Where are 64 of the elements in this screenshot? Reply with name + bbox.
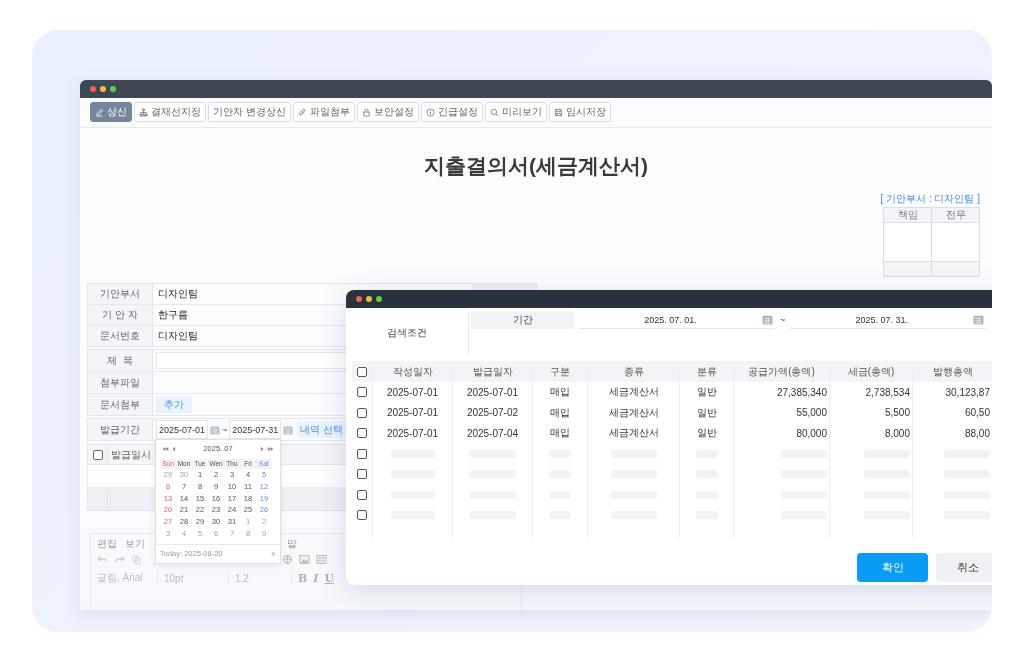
column-header: 작성일자 (373, 361, 453, 382)
table-cell: 8,000 (830, 423, 913, 444)
date-field[interactable]: 2025. 07. 01. (579, 311, 775, 329)
table-cell: 2025-07-01 (373, 402, 453, 423)
table-cell: 55,000 (734, 402, 830, 423)
table-cell: 세금계산서 (588, 402, 680, 423)
toolbar-button[interactable]: 파일첨부 (292, 102, 355, 122)
field-value: 디자인팀 (157, 329, 198, 343)
field-label: 문서첨부 (88, 394, 153, 415)
table-cell: 일반 (680, 382, 734, 403)
table-cell: 매입 (533, 402, 588, 423)
table-cell: 2025-07-01 (373, 423, 453, 444)
date-field[interactable]: 2025. 07. 31. (790, 311, 987, 329)
table-cell-text: 88,00 (963, 426, 991, 441)
table-cell: 매입 (533, 423, 588, 444)
date-field[interactable]: 2025-07-01 (156, 420, 209, 439)
column-header: 분류 (680, 361, 734, 382)
toolbar-button[interactable]: 임시저장 (548, 102, 611, 122)
column-header: 발급일자 (453, 361, 533, 382)
column-header: 발행총액 (931, 364, 974, 379)
field-label: 문서번호 (88, 326, 153, 346)
toolbar-button[interactable]: 결재선지정 (134, 102, 206, 122)
range-separator: ~ (222, 424, 228, 435)
table-cell: 세금계산서 (588, 382, 680, 403)
table-cell-text: 60,50 (963, 406, 991, 421)
toolbar-button[interactable]: 보안설정 (356, 102, 419, 122)
table-cell: 일반 (680, 423, 734, 444)
table-cell: 27,385,340 (734, 382, 830, 403)
date-field[interactable]: 2025-07-31 (229, 420, 282, 439)
field-label: 발급기간 (88, 419, 153, 440)
table-cell-text: 30,123,87 (944, 385, 991, 400)
table-cell: 80,000 (734, 423, 830, 444)
department-note: [ 기안부서 : 디자인팀 ] (880, 192, 980, 206)
toolbar-button[interactable]: 미리보기 (484, 102, 547, 122)
field-value: 디자인팀 (157, 287, 198, 301)
table-cell: 2,738,534 (830, 382, 913, 403)
range-separator: ~ (780, 314, 786, 327)
column-header: 구분 (533, 361, 588, 382)
field-value: 한구름 (157, 308, 188, 322)
toolbar-button[interactable]: 상신 (90, 102, 132, 122)
approval-header: 전무 (932, 208, 979, 222)
column-header: 종류 (588, 361, 680, 382)
table-cell: 2025-07-04 (453, 423, 533, 444)
field-label: 제 목 (88, 350, 153, 371)
table-cell: 2025-07-01 (373, 382, 453, 403)
table-cell: 매입 (533, 382, 588, 403)
toolbar-button[interactable]: 기안자 변경상신 (208, 102, 291, 122)
column-header: 공급가액(총액) (734, 361, 830, 382)
column-header: 발급일시 (111, 447, 151, 462)
toolbar-button[interactable]: 긴급설정 (420, 102, 483, 122)
field-label: 기 안 자 (88, 305, 153, 325)
table-cell: 2025-07-01 (453, 382, 533, 403)
field-label: 기안부서 (88, 284, 153, 304)
cancel-button[interactable]: 취소 (936, 552, 992, 582)
field-label: 첨부파일 (88, 372, 153, 393)
approval-header: 책임 (884, 208, 931, 222)
search-label: 검색조건 (387, 326, 427, 340)
table-cell: 세금계산서 (588, 423, 680, 444)
table-cell: 일반 (680, 402, 734, 423)
table-cell: 2025-07-02 (453, 402, 533, 423)
period-label: 기간 (471, 311, 574, 329)
column-header: 세금(총액) (830, 361, 913, 382)
table-cell: 5,500 (830, 402, 913, 423)
document-title: 지출결의서(세금계산서) (423, 153, 649, 179)
